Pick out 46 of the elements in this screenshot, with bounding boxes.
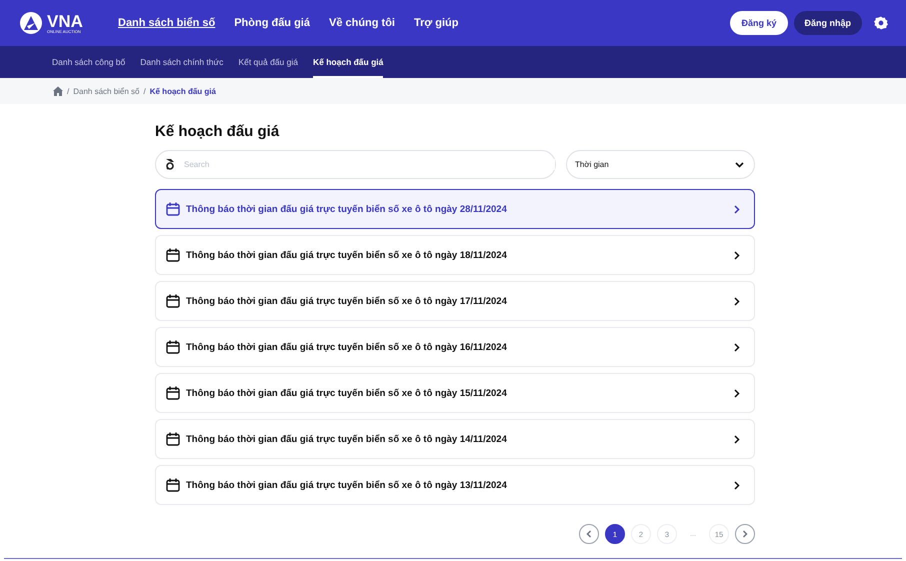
chevron-left-icon <box>586 530 592 538</box>
chevron-right-icon <box>734 434 740 444</box>
sub-nav-tab[interactable]: Kết quả đấu giá <box>238 46 298 78</box>
breadcrumb-link[interactable]: Danh sách biển số <box>73 86 140 96</box>
sub-nav-tab[interactable]: Danh sách chính thức <box>140 46 224 78</box>
calendar-icon <box>166 294 180 308</box>
chevron-right-icon <box>734 388 740 398</box>
sub-nav-tab[interactable]: Danh sách công bố <box>52 46 126 78</box>
notice-item[interactable]: Thông báo thời gian đấu giá trực tuyến biển số xe ô tô ngày 15/11/2024 <box>155 373 755 413</box>
calendar-icon <box>166 432 180 446</box>
nav-link[interactable]: Danh sách biển số <box>118 15 216 31</box>
calendar-icon <box>166 248 180 262</box>
previous-page-button[interactable] <box>579 524 599 544</box>
logo-name: VNA <box>47 12 83 30</box>
calendar-icon <box>166 386 180 400</box>
notice-item[interactable]: Thông báo thời gian đấu giá trực tuyến biển số xe ô tô ngày 14/11/2024 <box>155 419 755 459</box>
calendar-icon <box>166 478 180 492</box>
notice-item[interactable]: Thông báo thời gian đấu giá trực tuyến biển số xe ô tô ngày 17/11/2024 <box>155 281 755 321</box>
notice-item[interactable]: Thông báo thời gian đấu giá trực tuyến biển số xe ô tô ngày 28/11/2024 <box>155 189 755 229</box>
page-title: Kế hoạch đấu giá <box>155 123 280 140</box>
chevron-down-icon <box>735 162 744 168</box>
chevron-right-icon <box>742 530 748 538</box>
chevron-right-icon <box>734 296 740 306</box>
settings-icon[interactable] <box>874 16 888 30</box>
chevron-right-icon <box>734 342 740 352</box>
calendar-icon <box>166 340 180 354</box>
breadcrumb-link[interactable]: Kế hoạch đấu giá <box>150 86 216 96</box>
search-field[interactable]: Search <box>155 150 556 179</box>
notice-item[interactable]: Thông báo thời gian đấu giá trực tuyến biển số xe ô tô ngày 13/11/2024 <box>155 465 755 505</box>
logo-icon <box>18 11 44 35</box>
chevron-right-icon <box>734 250 740 260</box>
login-button[interactable]: Đăng nhập <box>794 11 862 35</box>
register-button[interactable]: Đăng ký <box>730 11 788 35</box>
home-icon[interactable] <box>53 86 63 96</box>
nav-link[interactable]: Trợ giúp <box>414 15 458 31</box>
breadcrumb-separator: / <box>67 86 70 96</box>
nav-link[interactable]: Về chúng tôi <box>328 15 395 31</box>
calendar-icon <box>166 202 180 216</box>
notice-item[interactable]: Thông báo thời gian đấu giá trực tuyến biển số xe ô tô ngày 18/11/2024 <box>155 235 755 275</box>
next-page-button[interactable] <box>735 524 755 544</box>
notice-item[interactable]: Thông báo thời gian đấu giá trực tuyến biển số xe ô tô ngày 16/11/2024 <box>155 327 755 367</box>
time-select[interactable]: Thời gian <box>566 150 755 179</box>
breadcrumb-separator: / <box>144 86 146 96</box>
chevron-right-icon <box>734 204 740 214</box>
chevron-right-icon <box>734 480 740 490</box>
nav-link[interactable]: Phòng đấu giá <box>234 15 310 31</box>
